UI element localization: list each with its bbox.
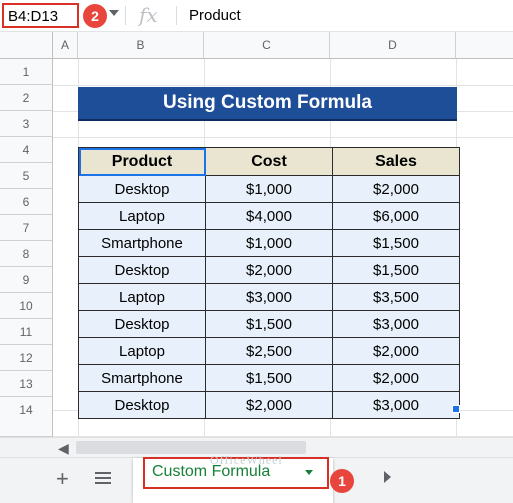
row-header[interactable]: 1: [0, 59, 53, 85]
cell[interactable]: $3,500: [332, 283, 460, 311]
cell[interactable]: $6,000: [332, 202, 460, 230]
step-1-badge: 1: [330, 469, 354, 493]
all-sheets-menu-icon[interactable]: [95, 472, 111, 487]
table-row: Laptop $2,500 $2,000: [78, 337, 460, 365]
formula-bar: B4:D13 2 fx Product: [0, 0, 513, 32]
row-header[interactable]: 5: [0, 163, 53, 189]
cell[interactable]: Desktop: [78, 391, 206, 419]
scroll-left-icon[interactable]: ◀: [58, 440, 69, 457]
row-header[interactable]: 8: [0, 241, 53, 267]
cell[interactable]: $1,000: [205, 175, 333, 203]
cell[interactable]: $2,500: [205, 337, 333, 365]
row-header[interactable]: 14: [0, 397, 53, 437]
cell[interactable]: $2,000: [205, 391, 333, 419]
column-header-d[interactable]: D: [330, 32, 456, 59]
cell[interactable]: $2,000: [205, 256, 333, 284]
header-cost[interactable]: Cost: [205, 147, 333, 176]
table-row: Desktop $2,000 $1,500: [78, 256, 460, 284]
cell[interactable]: Desktop: [78, 310, 206, 338]
cell[interactable]: $1,500: [332, 256, 460, 284]
separator: [176, 6, 177, 25]
step-2-badge: 2: [83, 4, 107, 28]
row-header[interactable]: 13: [0, 371, 53, 397]
table-row: Desktop $1,500 $3,000: [78, 310, 460, 338]
row-header[interactable]: 6: [0, 189, 53, 215]
row-header[interactable]: 4: [0, 137, 53, 163]
name-box-dropdown-icon[interactable]: [109, 10, 119, 16]
table-row: Laptop $3,000 $3,500: [78, 283, 460, 311]
row-header[interactable]: 11: [0, 319, 53, 345]
table-row: Laptop $4,000 $6,000: [78, 202, 460, 230]
row-header[interactable]: 7: [0, 215, 53, 241]
row-header[interactable]: 12: [0, 345, 53, 371]
cell[interactable]: Desktop: [78, 175, 206, 203]
row-header[interactable]: 9: [0, 267, 53, 293]
row-header[interactable]: 2: [0, 85, 53, 111]
cell[interactable]: Desktop: [78, 256, 206, 284]
column-header-c[interactable]: C: [204, 32, 330, 59]
cell[interactable]: Laptop: [78, 202, 206, 230]
cell[interactable]: $3,000: [205, 283, 333, 311]
data-table: Product Cost Sales Desktop $1,000 $2,000 L…: [78, 147, 460, 419]
add-sheet-button[interactable]: +: [56, 466, 69, 492]
cell[interactable]: $2,000: [332, 364, 460, 392]
table-row: Smartphone $1,000 $1,500: [78, 229, 460, 257]
next-sheet-icon[interactable]: [384, 471, 391, 483]
watermark-logo: OfficeWheel: [210, 453, 283, 467]
fill-handle[interactable]: [452, 405, 460, 413]
cell[interactable]: Smartphone: [78, 229, 206, 257]
cell[interactable]: $3,000: [332, 391, 460, 419]
column-header-e[interactable]: [456, 32, 513, 59]
cell[interactable]: Laptop: [78, 283, 206, 311]
cell[interactable]: $1,500: [332, 229, 460, 257]
header-product[interactable]: Product: [78, 147, 206, 176]
row-header[interactable]: 10: [0, 293, 53, 319]
table-row: Smartphone $1,500 $2,000: [78, 364, 460, 392]
fx-icon: fx: [139, 3, 158, 27]
cell[interactable]: $1,500: [205, 310, 333, 338]
table-row: Desktop $1,000 $2,000: [78, 175, 460, 203]
separator: [125, 6, 126, 25]
cell[interactable]: $3,000: [332, 310, 460, 338]
cell[interactable]: $2,000: [332, 175, 460, 203]
table-row: Desktop $2,000 $3,000: [78, 391, 460, 419]
cell[interactable]: $1,500: [205, 364, 333, 392]
row-header[interactable]: 3: [0, 111, 53, 137]
cell[interactable]: $1,000: [205, 229, 333, 257]
name-box[interactable]: B4:D13: [2, 3, 79, 28]
sheet-title[interactable]: Using Custom Formula: [78, 87, 457, 121]
select-all-corner[interactable]: [0, 32, 53, 59]
sheet-tab-dropdown-icon[interactable]: [305, 470, 313, 475]
column-header-b[interactable]: B: [78, 32, 204, 59]
cell[interactable]: Smartphone: [78, 364, 206, 392]
column-header-a[interactable]: A: [53, 32, 78, 59]
table-header-row: Product Cost Sales: [78, 147, 460, 176]
formula-input[interactable]: Product: [189, 7, 241, 24]
cell[interactable]: $2,000: [332, 337, 460, 365]
cell[interactable]: $4,000: [205, 202, 333, 230]
header-sales[interactable]: Sales: [332, 147, 460, 176]
cell[interactable]: Laptop: [78, 337, 206, 365]
